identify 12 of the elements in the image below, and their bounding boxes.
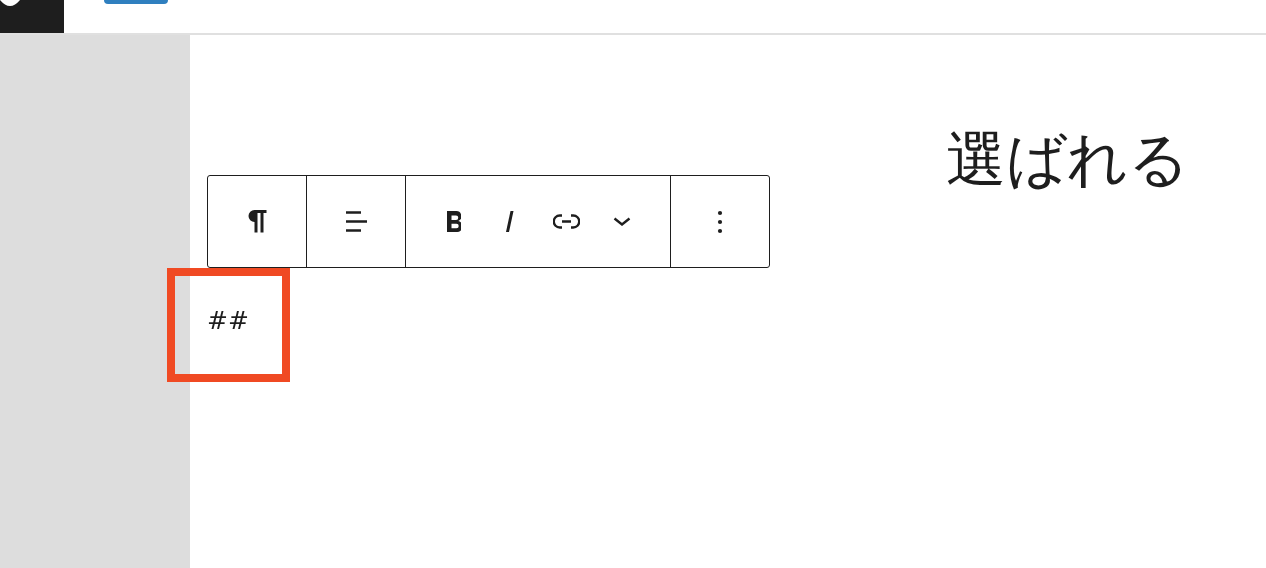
site-logo[interactable] [0,0,64,33]
primary-button[interactable] [104,0,168,4]
italic-icon [506,211,514,232]
paragraph-text: ## [207,306,249,335]
align-left-icon [345,211,367,232]
post-title: 選ばれる [945,123,1190,196]
logo-icon [0,0,20,6]
link-icon [552,214,580,229]
more-vertical-icon [717,209,723,234]
paragraph-icon [247,210,267,233]
bold-icon [447,211,461,232]
chevron-down-icon [613,217,631,226]
